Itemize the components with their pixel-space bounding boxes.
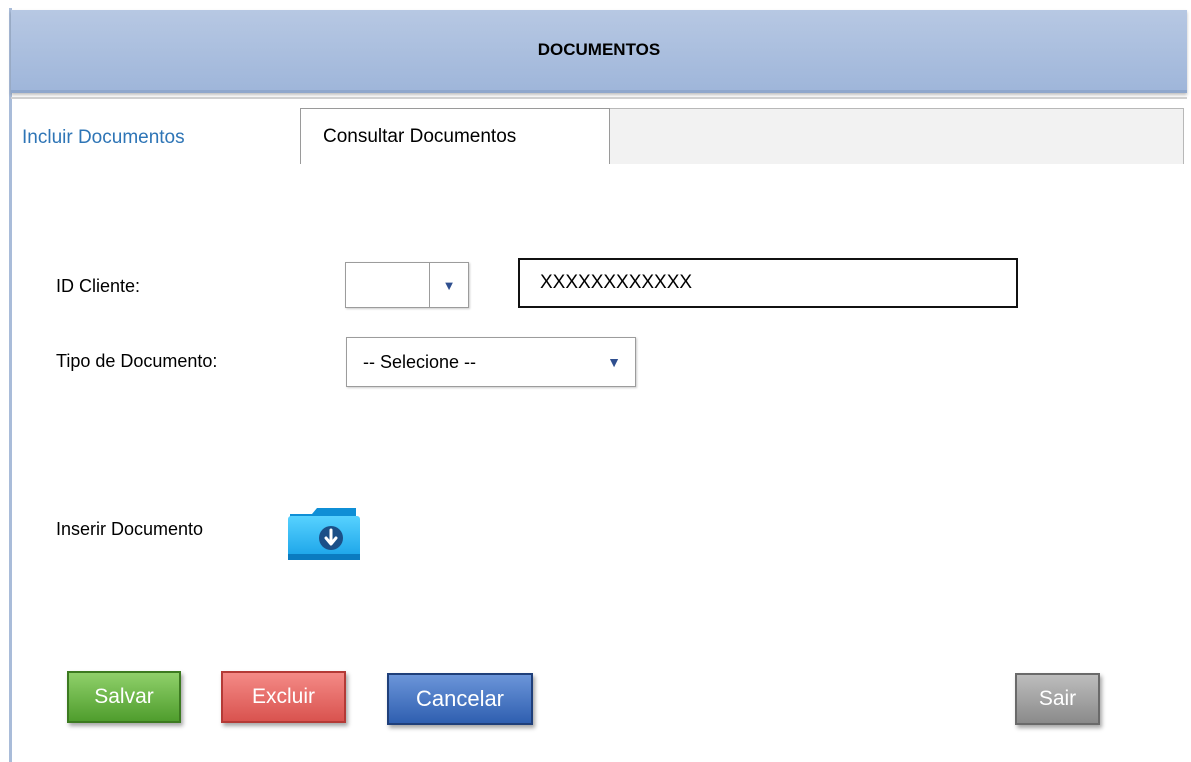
cancelar-button[interactable]: Cancelar [387,673,533,725]
tab-label: Consultar Documentos [323,125,517,147]
sair-button[interactable]: Sair [1015,673,1100,725]
tab-consultar-documentos[interactable]: Consultar Documentos [300,108,610,164]
tipo-documento-select[interactable]: -- Selecione -- ▼ [346,337,636,387]
id-cliente-select[interactable]: ▼ [345,262,469,308]
tipo-documento-value: -- Selecione -- [363,351,477,372]
id-cliente-label: ID Cliente: [56,276,141,296]
chevron-down-icon: ▼ [607,354,621,370]
tabs-divider [11,97,1187,99]
inserir-documento-label: Inserir Documento [56,519,204,539]
documents-window: DOCUMENTOS Incluir Documentos Consultar … [0,0,1191,762]
chevron-down-icon[interactable]: ▼ [429,263,468,307]
window-left-border [9,8,12,762]
tab-strip-filler [610,108,1184,164]
excluir-button[interactable]: Excluir [221,671,346,723]
salvar-button[interactable]: Salvar [67,671,181,723]
id-cliente-value: XXXXXXXXXXXX [540,272,693,293]
tab-incluir-documentos[interactable]: Incluir Documentos [22,118,292,158]
folder-download-icon[interactable] [286,504,362,562]
tipo-documento-label: Tipo de Documento: [56,351,218,371]
id-cliente-field[interactable]: XXXXXXXXXXXX [518,258,1018,308]
header-bar: DOCUMENTOS [11,10,1187,93]
page-title: DOCUMENTOS [537,40,661,59]
